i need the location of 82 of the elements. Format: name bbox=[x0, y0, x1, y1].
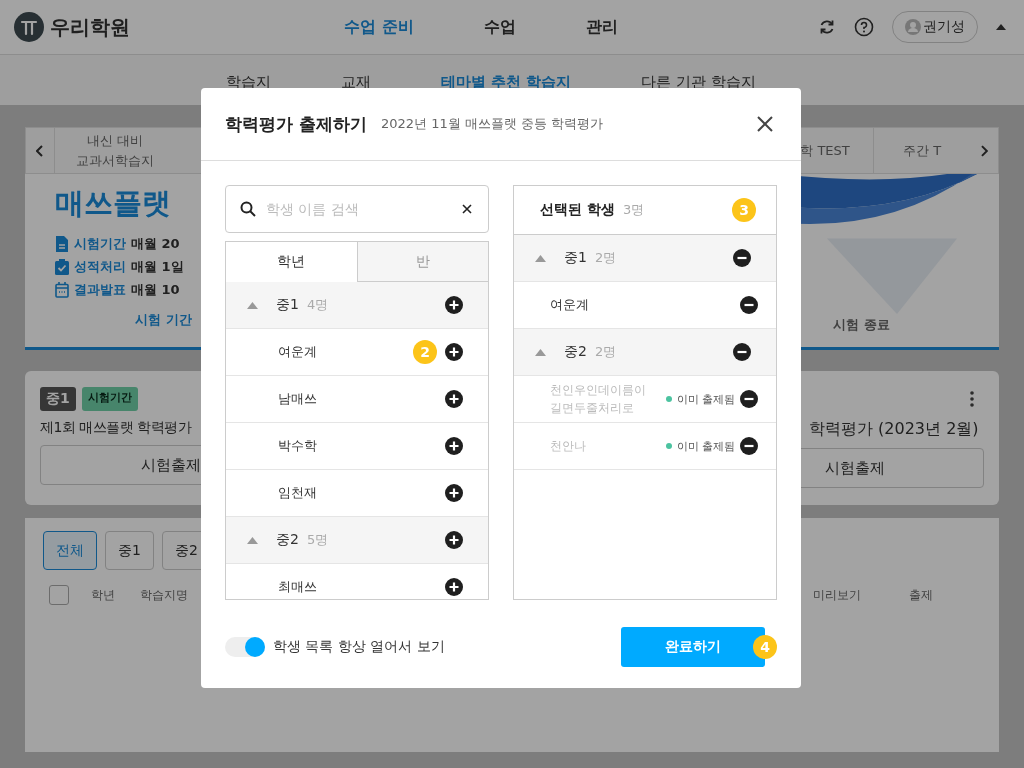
document-icon bbox=[55, 235, 69, 252]
add-icon[interactable] bbox=[445, 531, 463, 549]
info-label: 결과발표 bbox=[74, 280, 126, 299]
student-name: 박수학 bbox=[278, 437, 317, 455]
add-icon[interactable] bbox=[445, 343, 463, 361]
nav-item[interactable]: 수업 bbox=[483, 16, 516, 38]
caret-icon[interactable] bbox=[996, 24, 1006, 30]
group-name: 중2 bbox=[276, 531, 299, 549]
student-name: 천안나 bbox=[550, 438, 587, 455]
toggle-label: 학생 목록 항상 열어서 보기 bbox=[273, 638, 445, 656]
more-icon[interactable] bbox=[970, 391, 974, 407]
exam-title: 제1회 매쓰플랫 학력평가 bbox=[40, 419, 192, 437]
user-avatar-icon bbox=[905, 19, 921, 35]
status-text: 이미 출제됨 bbox=[676, 438, 735, 454]
category-tab[interactable]: 내신 대비 교과서학습지 bbox=[54, 128, 175, 173]
add-icon[interactable] bbox=[445, 390, 463, 408]
group-name: 중2 bbox=[564, 343, 587, 361]
student-name: 남매쓰 bbox=[278, 390, 317, 408]
student-name: 여운계 bbox=[278, 343, 317, 361]
info-value: 매월 20 bbox=[131, 234, 180, 253]
collapse-icon[interactable] bbox=[535, 254, 546, 262]
dialog-title: 학력평가 출제하기 bbox=[225, 112, 367, 136]
tag: 시험기간 bbox=[81, 387, 138, 411]
filter-button[interactable]: 중1 bbox=[105, 531, 154, 570]
remove-icon[interactable] bbox=[740, 437, 758, 455]
banner-title: 매쓰플랫 bbox=[55, 185, 172, 222]
add-icon[interactable] bbox=[445, 296, 463, 314]
add-icon[interactable] bbox=[445, 437, 463, 455]
column-header: 출제 bbox=[909, 586, 933, 604]
info-label: 성적처리 bbox=[74, 257, 126, 276]
remove-icon[interactable] bbox=[733, 249, 751, 267]
search-icon bbox=[240, 201, 256, 217]
column-header: 학습지명 bbox=[140, 586, 188, 604]
category-tab[interactable]: 주간 T bbox=[873, 128, 971, 173]
user-button[interactable]: 권기성 bbox=[892, 11, 978, 43]
column-header: 미리보기 bbox=[813, 586, 861, 604]
group-count: 4명 bbox=[306, 296, 329, 314]
add-icon[interactable] bbox=[445, 578, 463, 596]
column-header: 학년 bbox=[91, 586, 115, 604]
selected-count: 3명 bbox=[622, 201, 645, 219]
logo-icon bbox=[14, 12, 44, 42]
timeline-label: 시험 기간 bbox=[135, 312, 192, 327]
remove-icon[interactable] bbox=[740, 296, 758, 314]
group-name: 중1 bbox=[564, 249, 587, 267]
group-name: 중1 bbox=[276, 296, 299, 314]
close-icon[interactable] bbox=[757, 116, 773, 132]
collapse-icon[interactable] bbox=[247, 301, 258, 309]
info-label: 시험기간 bbox=[74, 234, 126, 253]
collapse-icon[interactable] bbox=[535, 348, 546, 356]
nav-item[interactable]: 관리 bbox=[585, 16, 618, 38]
collapse-icon[interactable] bbox=[247, 536, 258, 544]
clipboard-check-icon bbox=[55, 258, 69, 275]
step-marker: 4 bbox=[753, 635, 777, 659]
step-marker: 2 bbox=[413, 340, 437, 364]
remove-icon[interactable] bbox=[740, 390, 758, 408]
logo-text: 우리학원 bbox=[50, 13, 130, 41]
panel-title: 선택된 학생 bbox=[540, 201, 615, 219]
calendar-icon bbox=[55, 281, 69, 298]
checkbox[interactable] bbox=[49, 585, 69, 605]
clear-icon[interactable] bbox=[462, 204, 472, 214]
info-value: 매월 1일 bbox=[131, 257, 184, 276]
group-count: 5명 bbox=[306, 531, 329, 549]
remove-icon[interactable] bbox=[733, 343, 751, 361]
status-text: 이미 출제됨 bbox=[676, 391, 735, 407]
subnav-item[interactable]: 교재 bbox=[341, 73, 371, 92]
toggle-switch[interactable] bbox=[225, 637, 265, 657]
student-name: 천인우인데이름이 길면두줄처리로 bbox=[550, 382, 647, 417]
student-name: 최매쓰 bbox=[278, 578, 317, 596]
search-field[interactable]: 학생 이름 검색 bbox=[225, 185, 489, 233]
step-marker: 3 bbox=[732, 198, 756, 222]
group-count: 2명 bbox=[594, 249, 617, 267]
group-count: 2명 bbox=[594, 343, 617, 361]
dialog-subtitle: 2022년 11월 매쓰플랫 중등 학력평가 bbox=[380, 115, 604, 133]
timeline-label: 시험 종료 bbox=[833, 317, 890, 332]
tag: 중1 bbox=[40, 387, 76, 411]
student-name: 여운계 bbox=[550, 296, 589, 314]
student-name: 임천재 bbox=[278, 484, 317, 502]
refresh-icon[interactable] bbox=[818, 18, 836, 36]
exam-title: 학력평가 (2023년 2월) bbox=[809, 419, 979, 440]
help-icon[interactable] bbox=[854, 17, 874, 37]
info-value: 매월 10 bbox=[131, 280, 180, 299]
add-icon[interactable] bbox=[445, 484, 463, 502]
